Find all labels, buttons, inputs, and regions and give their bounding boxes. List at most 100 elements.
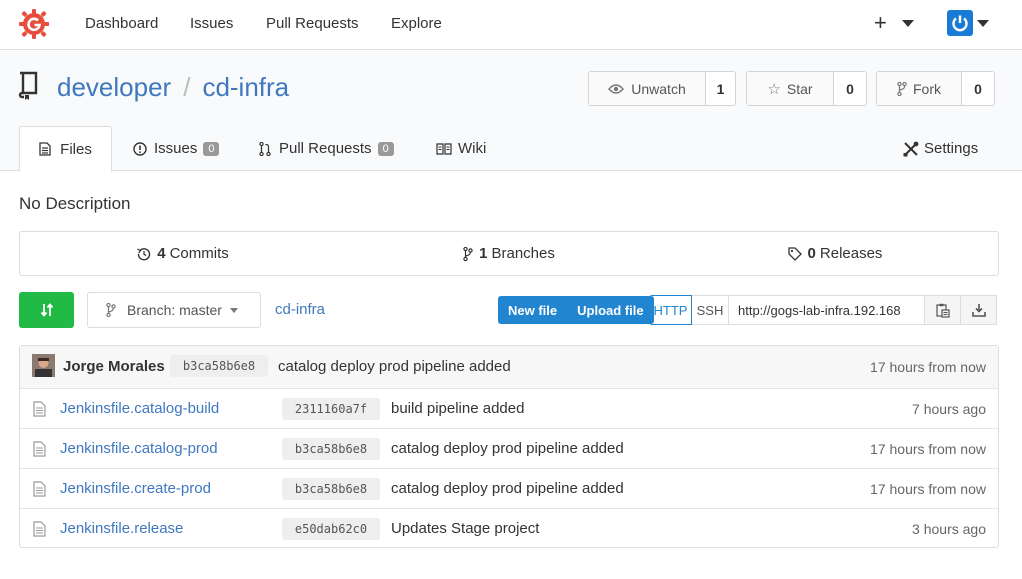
ssh-clone-button[interactable]: SSH bbox=[692, 295, 728, 325]
chevron-down-icon bbox=[902, 20, 914, 27]
commit-time: 17 hours from now bbox=[870, 359, 986, 375]
branches-count: 1 bbox=[479, 245, 488, 262]
file-text-icon bbox=[33, 441, 46, 457]
clipboard-icon bbox=[935, 303, 950, 318]
fork-button[interactable]: Fork bbox=[877, 72, 962, 105]
commit-sha-badge[interactable]: b3ca58b6e8 bbox=[282, 438, 380, 460]
tools-icon bbox=[903, 141, 919, 156]
star-icon: ☆ bbox=[767, 80, 781, 98]
top-navbar: Dashboard Issues Pull Requests Explore + bbox=[0, 0, 1022, 50]
repo-title: developer / cd-infra bbox=[57, 72, 289, 103]
file-name-link[interactable]: Jenkinsfile.catalog-build bbox=[60, 400, 219, 417]
title-separator: / bbox=[183, 72, 191, 102]
git-pull-request-icon bbox=[259, 141, 271, 156]
file-name-link[interactable]: Jenkinsfile.create-prod bbox=[60, 480, 211, 497]
table-row: Jenkinsfile.create-prod b3ca58b6e8 catal… bbox=[20, 468, 998, 508]
gogs-logo-icon[interactable] bbox=[18, 8, 50, 40]
file-text-icon bbox=[39, 142, 51, 156]
commit-sha-badge[interactable]: e50dab62c0 bbox=[282, 518, 380, 540]
table-row: Jenkinsfile.catalog-build 2311160a7f bui… bbox=[20, 388, 998, 428]
releases-count: 0 bbox=[807, 245, 816, 262]
repo-owner-link[interactable]: developer bbox=[57, 72, 171, 102]
tab-files[interactable]: Files bbox=[19, 126, 112, 172]
pull-requests-count-badge: 0 bbox=[377, 141, 394, 156]
power-icon bbox=[952, 15, 968, 32]
tab-issues-label: Issues bbox=[154, 140, 198, 157]
tab-settings[interactable]: Settings bbox=[903, 126, 978, 171]
plus-icon: + bbox=[874, 10, 887, 35]
new-file-button[interactable]: New file bbox=[498, 296, 567, 324]
commit-sha-badge[interactable]: 2311160a7f bbox=[282, 398, 380, 420]
upload-file-button[interactable]: Upload file bbox=[567, 296, 653, 324]
tab-issues[interactable]: Issues 0 bbox=[133, 126, 220, 171]
repo-stats-bar: 4 Commits 1 Branches 0 Releases bbox=[19, 231, 999, 276]
forks-count[interactable]: 0 bbox=[962, 72, 994, 105]
tab-files-label: Files bbox=[60, 140, 92, 158]
issues-count-badge: 0 bbox=[203, 141, 220, 156]
commits-link[interactable]: 4 Commits bbox=[20, 232, 346, 275]
eye-icon bbox=[608, 83, 625, 94]
commit-message[interactable]: catalog deploy prod pipeline added bbox=[391, 480, 624, 497]
commit-message[interactable]: catalog deploy prod pipeline added bbox=[391, 440, 624, 457]
tab-wiki-label: Wiki bbox=[458, 140, 487, 157]
file-list-table: Jorge Morales b3ca58b6e8 catalog deploy … bbox=[19, 345, 999, 548]
releases-link[interactable]: 0 Releases bbox=[672, 232, 998, 275]
tag-icon bbox=[787, 246, 802, 261]
file-text-icon bbox=[33, 401, 46, 417]
latest-commit-row: Jorge Morales b3ca58b6e8 catalog deploy … bbox=[20, 346, 998, 388]
repo-icon bbox=[18, 71, 38, 100]
branch-icon bbox=[463, 246, 473, 261]
commit-time: 3 hours ago bbox=[912, 521, 986, 537]
history-icon bbox=[137, 247, 151, 260]
unwatch-label: Unwatch bbox=[631, 80, 686, 97]
path-breadcrumb[interactable]: cd-infra bbox=[275, 301, 325, 318]
commit-message[interactable]: catalog deploy prod pipeline added bbox=[278, 358, 511, 375]
file-name-link[interactable]: Jenkinsfile.release bbox=[60, 520, 183, 537]
copy-url-button[interactable] bbox=[925, 295, 961, 325]
avatar bbox=[947, 10, 973, 36]
fork-label: Fork bbox=[913, 80, 941, 97]
nav-issues[interactable]: Issues bbox=[190, 15, 233, 32]
clone-panel: HTTP SSH http://gogs-lab-infra.192.168 bbox=[649, 295, 997, 325]
star-button-group: ☆ Star 0 bbox=[746, 71, 867, 106]
unwatch-button[interactable]: Unwatch bbox=[589, 72, 706, 105]
tab-pull-requests-label: Pull Requests bbox=[279, 140, 372, 157]
compare-branches-button[interactable] bbox=[19, 292, 74, 328]
issue-opened-icon bbox=[133, 141, 147, 156]
commit-message[interactable]: build pipeline added bbox=[391, 400, 524, 417]
branch-dropdown[interactable]: Branch: master bbox=[87, 292, 261, 328]
tab-pull-requests[interactable]: Pull Requests 0 bbox=[259, 126, 394, 171]
file-name-link[interactable]: Jenkinsfile.catalog-prod bbox=[60, 440, 218, 457]
commit-time: 17 hours from now bbox=[870, 441, 986, 457]
table-row: Jenkinsfile.catalog-prod b3ca58b6e8 cata… bbox=[20, 428, 998, 468]
branches-link[interactable]: 1 Branches bbox=[346, 232, 672, 275]
nav-pull-requests[interactable]: Pull Requests bbox=[266, 15, 359, 32]
star-label: Star bbox=[786, 80, 813, 97]
file-text-icon bbox=[33, 521, 46, 537]
branch-icon bbox=[106, 303, 116, 317]
chevron-down-icon bbox=[229, 307, 238, 313]
commit-sha-badge[interactable]: b3ca58b6e8 bbox=[282, 478, 380, 500]
tab-wiki[interactable]: Wiki bbox=[436, 126, 486, 171]
star-button[interactable]: ☆ Star bbox=[747, 72, 834, 105]
commit-message[interactable]: Updates Stage project bbox=[391, 520, 539, 537]
commit-time: 7 hours ago bbox=[912, 401, 986, 417]
fork-button-group: Fork 0 bbox=[876, 71, 995, 106]
commit-time: 17 hours from now bbox=[870, 481, 986, 497]
commits-label: Commits bbox=[169, 245, 229, 262]
releases-label: Releases bbox=[819, 245, 883, 262]
commit-sha-badge[interactable]: b3ca58b6e8 bbox=[170, 355, 268, 377]
download-icon bbox=[971, 304, 986, 317]
clone-url-input[interactable]: http://gogs-lab-infra.192.168 bbox=[728, 295, 925, 325]
download-button[interactable] bbox=[961, 295, 997, 325]
repo-name-link[interactable]: cd-infra bbox=[202, 72, 289, 102]
nav-explore[interactable]: Explore bbox=[391, 15, 442, 32]
stars-count[interactable]: 0 bbox=[834, 72, 866, 105]
nav-dashboard[interactable]: Dashboard bbox=[85, 15, 158, 32]
commit-author[interactable]: Jorge Morales bbox=[63, 358, 165, 375]
avatar[interactable] bbox=[32, 354, 55, 377]
fork-icon bbox=[897, 81, 907, 96]
watchers-count[interactable]: 1 bbox=[706, 72, 735, 105]
http-clone-button[interactable]: HTTP bbox=[649, 295, 692, 325]
branch-dropdown-label: Branch: master bbox=[127, 302, 222, 318]
